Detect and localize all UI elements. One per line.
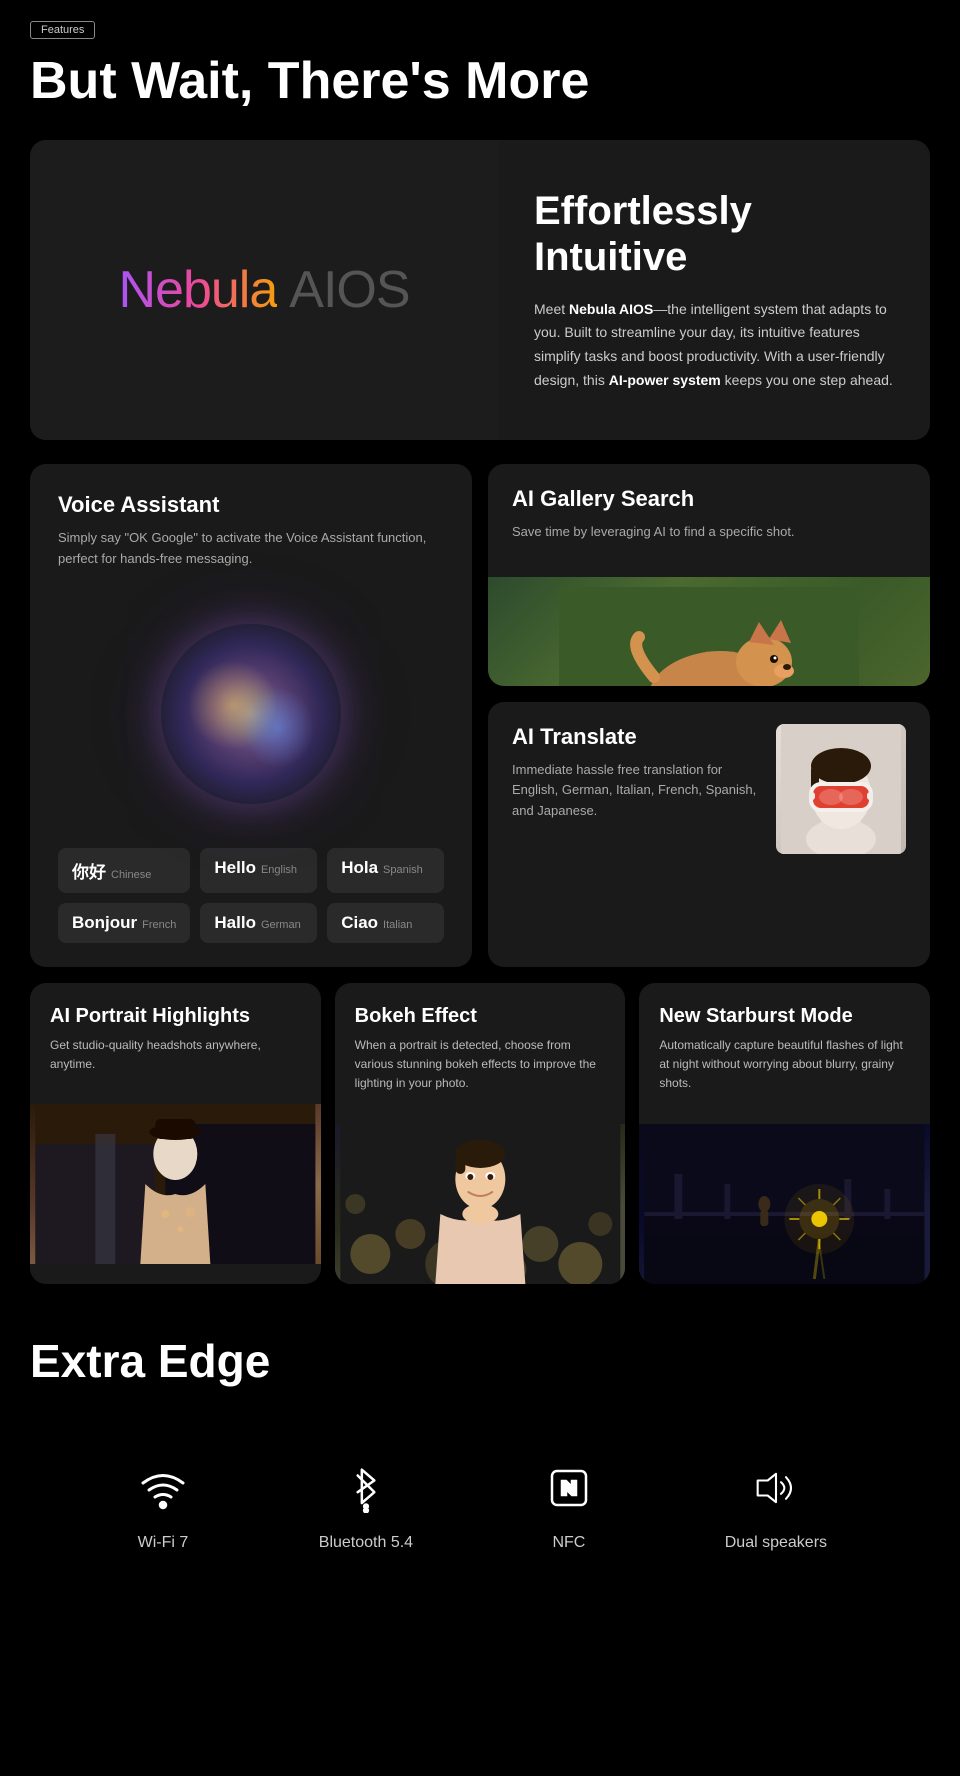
gallery-card-content: AI Gallery Search Save time by leveragin… — [488, 464, 930, 577]
bokeh-desc: When a portrait is detected, choose from… — [355, 1036, 606, 1094]
chip-german-main: Hallo — [214, 913, 256, 933]
vr-headset-illustration — [781, 724, 901, 854]
aios-word: AIOS — [289, 261, 409, 319]
features-badge: Features — [30, 21, 95, 39]
starburst-image — [639, 1124, 930, 1284]
chip-german-lang: German — [261, 919, 301, 931]
starburst-illustration — [639, 1124, 930, 1284]
bokeh-illustration — [335, 1124, 626, 1284]
spec-wifi: Wi-Fi 7 — [133, 1458, 193, 1552]
wifi-svg — [138, 1463, 188, 1513]
page-title: But Wait, There's More — [30, 53, 930, 110]
page-wrapper: Features But Wait, There's More NebulaAI… — [0, 0, 960, 1642]
portrait-title: AI Portrait Highlights — [50, 1005, 301, 1028]
voice-assistant-title: Voice Assistant — [58, 492, 444, 518]
chip-german: Hallo German — [200, 903, 317, 943]
starburst-content: New Starburst Mode Automatically capture… — [639, 983, 930, 1124]
gallery-card: AI Gallery Search Save time by leveragin… — [488, 464, 930, 685]
chip-english-lang: English — [261, 864, 297, 876]
bluetooth-icon — [336, 1458, 396, 1518]
starburst-card: New Starburst Mode Automatically capture… — [639, 983, 930, 1284]
right-column: AI Gallery Search Save time by leveragin… — [488, 464, 930, 967]
bokeh-title: Bokeh Effect — [355, 1005, 606, 1028]
chip-italian: Ciao Italian — [327, 903, 444, 943]
bluetooth-svg — [341, 1463, 391, 1513]
chip-chinese-lang: Chinese — [111, 869, 151, 881]
wifi-label: Wi-Fi 7 — [138, 1534, 189, 1552]
bokeh-image — [335, 1124, 626, 1284]
extra-edge-title: Extra Edge — [30, 1334, 930, 1388]
spec-bluetooth: Bluetooth 5.4 — [319, 1458, 413, 1552]
speaker-icon — [746, 1458, 806, 1518]
corgi-illustration — [559, 587, 859, 686]
gallery-title: AI Gallery Search — [512, 486, 906, 512]
chip-chinese: 你好 Chinese — [58, 848, 190, 893]
nebula-word: Nebula — [118, 261, 277, 319]
chip-english-main: Hello — [214, 858, 256, 878]
extra-edge-section: Extra Edge Wi-Fi 7 — [30, 1324, 930, 1602]
spec-nfc: NFC — [539, 1458, 599, 1552]
bokeh-card: Bokeh Effect When a portrait is detected… — [335, 983, 626, 1284]
gallery-image-area: Find my puppy — [488, 577, 930, 686]
voice-assistant-card: Voice Assistant Simply say "OK Google" t… — [30, 464, 472, 967]
speaker-label: Dual speakers — [725, 1534, 827, 1552]
translation-chips: 你好 Chinese Hello English Hola Spanish Bo… — [58, 848, 444, 943]
bokeh-content: Bokeh Effect When a portrait is detected… — [335, 983, 626, 1124]
portrait-desc: Get studio-quality headshots anywhere, a… — [50, 1036, 301, 1074]
nebula-logo-area: NebulaAIOS — [30, 140, 498, 440]
portrait-image — [30, 1104, 321, 1264]
portrait-card: AI Portrait Highlights Get studio-qualit… — [30, 983, 321, 1284]
chip-french-lang: French — [142, 919, 176, 931]
chip-english: Hello English — [200, 848, 317, 893]
bluetooth-label: Bluetooth 5.4 — [319, 1534, 413, 1552]
feature-row-1: Voice Assistant Simply say "OK Google" t… — [30, 464, 930, 967]
chip-french: Bonjour French — [58, 903, 190, 943]
voice-orb-container — [58, 590, 444, 838]
translate-image — [776, 724, 906, 854]
nfc-svg — [544, 1463, 594, 1513]
nebula-desc: Meet Nebula AIOS—the intelligent system … — [534, 298, 894, 393]
speaker-svg — [751, 1463, 801, 1513]
chip-italian-main: Ciao — [341, 913, 378, 933]
nebula-info-area: Effortlessly Intuitive Meet Nebula AIOS—… — [498, 140, 930, 440]
chip-spanish: Hola Spanish — [327, 848, 444, 893]
chip-chinese-main: 你好 — [72, 858, 106, 883]
translate-text-area: AI Translate Immediate hassle free trans… — [512, 724, 760, 842]
wifi-icon — [133, 1458, 193, 1518]
nebula-hero-card: NebulaAIOS Effortlessly Intuitive Meet N… — [30, 140, 930, 440]
chip-spanish-lang: Spanish — [383, 864, 423, 876]
chip-spanish-main: Hola — [341, 858, 378, 878]
portrait-illustration — [30, 1104, 321, 1264]
translate-desc: Immediate hassle free translation for En… — [512, 760, 760, 822]
nebula-logo: NebulaAIOS — [118, 260, 409, 320]
nebula-headline: Effortlessly Intuitive — [534, 188, 894, 280]
voice-orb — [161, 624, 341, 804]
nfc-icon — [539, 1458, 599, 1518]
starburst-desc: Automatically capture beautiful flashes … — [659, 1036, 910, 1094]
voice-assistant-desc: Simply say "OK Google" to activate the V… — [58, 528, 444, 570]
chip-italian-lang: Italian — [383, 919, 412, 931]
spec-speaker: Dual speakers — [725, 1458, 827, 1552]
nfc-label: NFC — [552, 1534, 585, 1552]
translate-card: AI Translate Immediate hassle free trans… — [488, 702, 930, 967]
portrait-content: AI Portrait Highlights Get studio-qualit… — [30, 983, 321, 1104]
starburst-title: New Starburst Mode — [659, 1005, 910, 1028]
chip-french-main: Bonjour — [72, 913, 137, 933]
bottom-cards-row: AI Portrait Highlights Get studio-qualit… — [30, 983, 930, 1284]
gallery-image-placeholder — [488, 577, 930, 686]
translate-title: AI Translate — [512, 724, 760, 750]
gallery-desc: Save time by leveraging AI to find a spe… — [512, 522, 906, 543]
specs-grid: Wi-Fi 7 Bluetooth 5.4 — [30, 1438, 930, 1572]
